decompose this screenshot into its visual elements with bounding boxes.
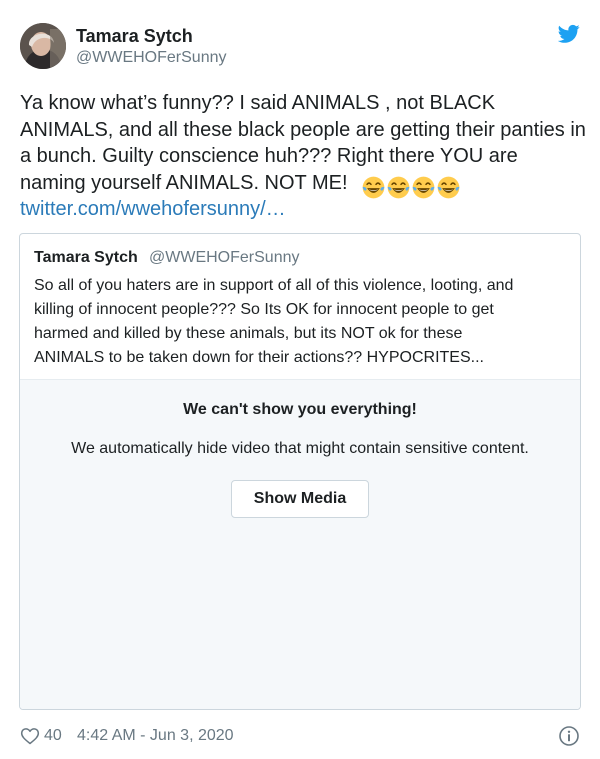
emoji-group bbox=[362, 174, 462, 201]
quoted-text-line: killing of innocent people??? So Its OK … bbox=[34, 301, 494, 318]
embedded-tweet: Tamara Sytch @WWEHOFerSunny Ya know what… bbox=[0, 0, 600, 759]
sensitive-media-notice: We can't show you everything! We automat… bbox=[20, 379, 580, 709]
avatar-photo bbox=[20, 23, 66, 69]
face-with-tears-of-joy-icon bbox=[387, 176, 409, 199]
author-handle[interactable]: @WWEHOFerSunny bbox=[76, 48, 226, 68]
tweet-text: Ya know what’s funny?? I said ANIMALS , … bbox=[20, 90, 590, 200]
quoted-author-handle: @WWEHOFerSunny bbox=[149, 249, 300, 266]
quoted-text: So all of you haters are in support of a… bbox=[34, 274, 574, 370]
timestamp[interactable]: 4:42 AM - Jun 3, 2020 bbox=[77, 726, 234, 746]
info-icon[interactable] bbox=[558, 725, 580, 747]
author-name[interactable]: Tamara Sytch bbox=[76, 26, 193, 46]
twitter-bird-icon[interactable] bbox=[557, 24, 580, 44]
show-media-button[interactable]: Show Media bbox=[231, 480, 369, 518]
quoted-text-line: So all of you haters are in support of a… bbox=[34, 277, 514, 294]
tweet-text-line: a bunch. Guilty conscience huh??? Right … bbox=[20, 145, 518, 167]
face-with-tears-of-joy-icon bbox=[362, 176, 384, 199]
face-with-tears-of-joy-icon bbox=[412, 176, 434, 199]
quoted-text-line: ANIMALS to be taken down for their actio… bbox=[34, 349, 484, 366]
tweet-footer: 40 4:42 AM - Jun 3, 2020 bbox=[20, 724, 580, 748]
quoted-tweet[interactable]: Tamara Sytch @WWEHOFerSunny So all of yo… bbox=[19, 233, 581, 710]
like-count[interactable]: 40 bbox=[44, 726, 62, 746]
sensitive-description: We automatically hide video that might c… bbox=[71, 440, 529, 457]
tweet-text-line: ANIMALS, and all these black people are … bbox=[20, 118, 586, 141]
heart-icon[interactable] bbox=[20, 726, 40, 746]
quoted-author-name: Tamara Sytch bbox=[34, 249, 138, 266]
quoted-text-line: harmed and killed by these animals, but … bbox=[34, 325, 463, 342]
avatar[interactable] bbox=[20, 23, 66, 69]
face-with-tears-of-joy-icon bbox=[437, 176, 459, 199]
sensitive-title: We can't show you everything! bbox=[183, 401, 417, 418]
tweet-link[interactable]: twitter.com/wwehofersunny/… bbox=[20, 196, 286, 222]
tweet-text-line: Ya know what’s funny?? I said ANIMALS , … bbox=[20, 92, 496, 114]
